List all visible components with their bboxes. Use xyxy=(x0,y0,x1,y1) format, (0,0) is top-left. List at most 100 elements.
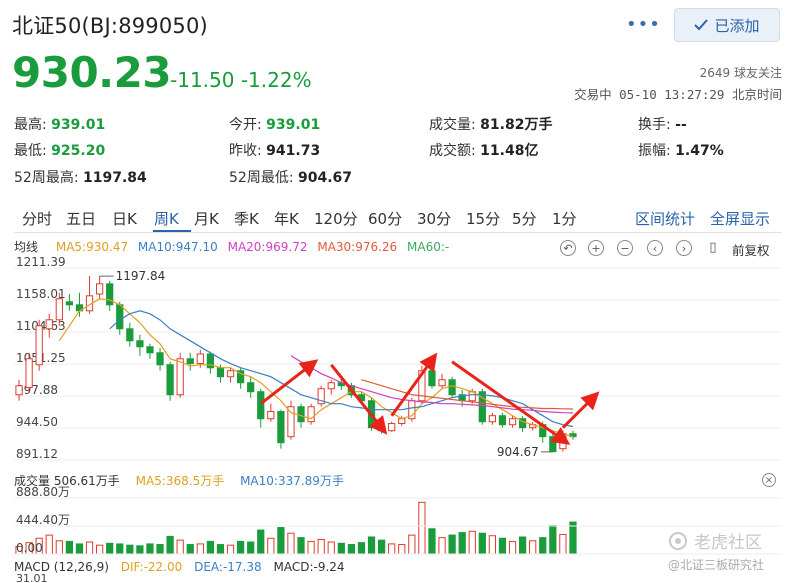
price-change: -11.50 -1.22% xyxy=(170,68,312,92)
stat-open: 今开: 939.01 xyxy=(229,117,321,133)
ma20-legend: MA20:969.72 xyxy=(227,240,308,254)
candle-body xyxy=(508,418,517,426)
candle-body xyxy=(549,436,557,453)
candle-body xyxy=(448,379,456,396)
active-tab-indicator xyxy=(153,230,191,232)
tab-quarterly-k[interactable]: 季K xyxy=(234,208,259,229)
macd-dea: DEA:-17.38 xyxy=(194,560,262,574)
watermark-brand: 老虎社区 xyxy=(668,528,762,553)
volume-bar xyxy=(206,540,215,555)
tab-weekly-k[interactable]: 周K xyxy=(154,208,179,229)
added-to-watchlist-button[interactable]: 已添加 xyxy=(674,8,780,42)
low-annotation: 904.67 xyxy=(497,445,539,459)
tab-monthly-k[interactable]: 月K xyxy=(194,208,219,229)
tab-intraday[interactable]: 分时 xyxy=(22,208,52,229)
stat-amount: 成交额: 11.48亿 xyxy=(429,143,539,159)
stat-high: 最高: 939.01 xyxy=(14,117,106,133)
volume-bar xyxy=(539,537,547,555)
tab-1min[interactable]: 1分 xyxy=(552,208,577,229)
annotation-arrow xyxy=(259,359,319,405)
volume-bar xyxy=(196,543,204,555)
tab-daily-k[interactable]: 日K xyxy=(112,208,137,229)
volume-bar xyxy=(559,533,567,555)
candle-body xyxy=(287,406,295,438)
macd-value: MACD:-9.24 xyxy=(273,560,345,574)
volume-bar xyxy=(166,535,174,555)
more-options-button[interactable]: ••• xyxy=(626,14,661,35)
volume-bar xyxy=(297,537,305,555)
candle-body xyxy=(186,358,194,365)
tiger-logo-icon xyxy=(669,531,687,550)
followers-count[interactable]: 2649 球友关注 xyxy=(700,64,782,81)
candle-body xyxy=(95,283,104,295)
range-stats-link[interactable]: 区间统计 xyxy=(635,208,695,229)
volume-bar xyxy=(116,543,124,555)
volume-bar xyxy=(498,537,507,555)
stat-52w-high: 52周最高: 1197.84 xyxy=(14,170,147,186)
page-title: 北证50(BJ:899050) xyxy=(12,14,208,38)
volume-bar xyxy=(468,530,476,555)
volume-bar xyxy=(136,545,144,555)
volume-tick-label: 0.00 xyxy=(16,541,43,555)
candle-body xyxy=(55,298,63,321)
zoom-in-icon[interactable]: + xyxy=(588,240,604,256)
candle-body xyxy=(126,328,134,342)
volume-bar xyxy=(317,539,325,555)
candle-body xyxy=(196,353,204,365)
tab-five-day[interactable]: 五日 xyxy=(66,208,96,229)
volume-legend: 成交量 506.61万手 MA5:368.5万手 MA10:337.89万手 xyxy=(14,472,356,489)
stat-52w-low: 52周最低: 904.67 xyxy=(229,170,353,186)
trading-status: 交易中 05-10 13:27:29 北京时间 xyxy=(574,87,782,102)
volume-bar xyxy=(226,544,235,555)
high-annotation: 1197.84 xyxy=(116,269,166,283)
volume-bar xyxy=(569,521,577,555)
reset-icon[interactable]: ↶ xyxy=(560,240,576,256)
fullscreen-link[interactable]: 全屏显示 xyxy=(710,208,770,229)
tab-120min[interactable]: 120分 xyxy=(314,208,358,229)
watermark-author: @北证三板研究社 xyxy=(668,558,765,572)
y-tick-label: 891.12 xyxy=(16,447,58,461)
volume-bar xyxy=(45,534,53,555)
stat-low: 最低: 925.20 xyxy=(14,143,106,159)
candle-body xyxy=(136,340,144,348)
tab-30min[interactable]: 30分 xyxy=(417,208,451,229)
chevron-right-icon[interactable]: › xyxy=(676,240,692,256)
tab-60min[interactable]: 60分 xyxy=(368,208,402,229)
volume-bar xyxy=(257,529,265,555)
volume-bar xyxy=(478,532,486,555)
volume-bar xyxy=(508,540,517,555)
candle-body xyxy=(45,319,53,330)
close-icon[interactable]: × xyxy=(762,473,776,487)
volume-bar xyxy=(267,537,275,555)
candle-style-icon[interactable]: ▯ xyxy=(705,240,721,256)
candle-body xyxy=(398,418,406,425)
candle-body xyxy=(65,301,74,306)
volume-bar xyxy=(287,532,295,555)
volume-bar xyxy=(176,539,184,555)
ma10-legend: MA10:947.10 xyxy=(137,240,218,254)
volume-bar xyxy=(106,542,114,555)
tab-yearly-k[interactable]: 年K xyxy=(274,208,299,229)
candle-body xyxy=(247,382,255,393)
volume-bar xyxy=(216,544,225,555)
volume-bar xyxy=(529,540,537,555)
period-tabs: 分时 五日 日K 周K 月K 季K 年K 120分 60分 30分 15分 5分… xyxy=(14,204,782,233)
chevron-left-icon[interactable]: ‹ xyxy=(647,240,663,256)
volume-bar xyxy=(337,542,345,555)
zoom-out-icon[interactable]: − xyxy=(617,240,633,256)
checkmark-icon xyxy=(694,19,709,31)
tab-5min[interactable]: 5分 xyxy=(512,208,537,229)
candle-body xyxy=(377,427,386,432)
y-tick-label: 1211.39 xyxy=(16,256,66,269)
candle-body xyxy=(277,411,285,444)
candle-body xyxy=(146,346,154,354)
volume-bar xyxy=(307,540,315,555)
candle-body xyxy=(428,370,436,387)
stat-amplitude: 振幅: 1.47% xyxy=(638,143,724,159)
candle-body xyxy=(15,385,23,396)
tab-15min[interactable]: 15分 xyxy=(466,208,500,229)
ma30-legend: MA30:976.26 xyxy=(317,240,398,254)
volume-bar xyxy=(448,534,456,555)
candle-body xyxy=(438,379,446,387)
volume-bar xyxy=(85,541,94,555)
